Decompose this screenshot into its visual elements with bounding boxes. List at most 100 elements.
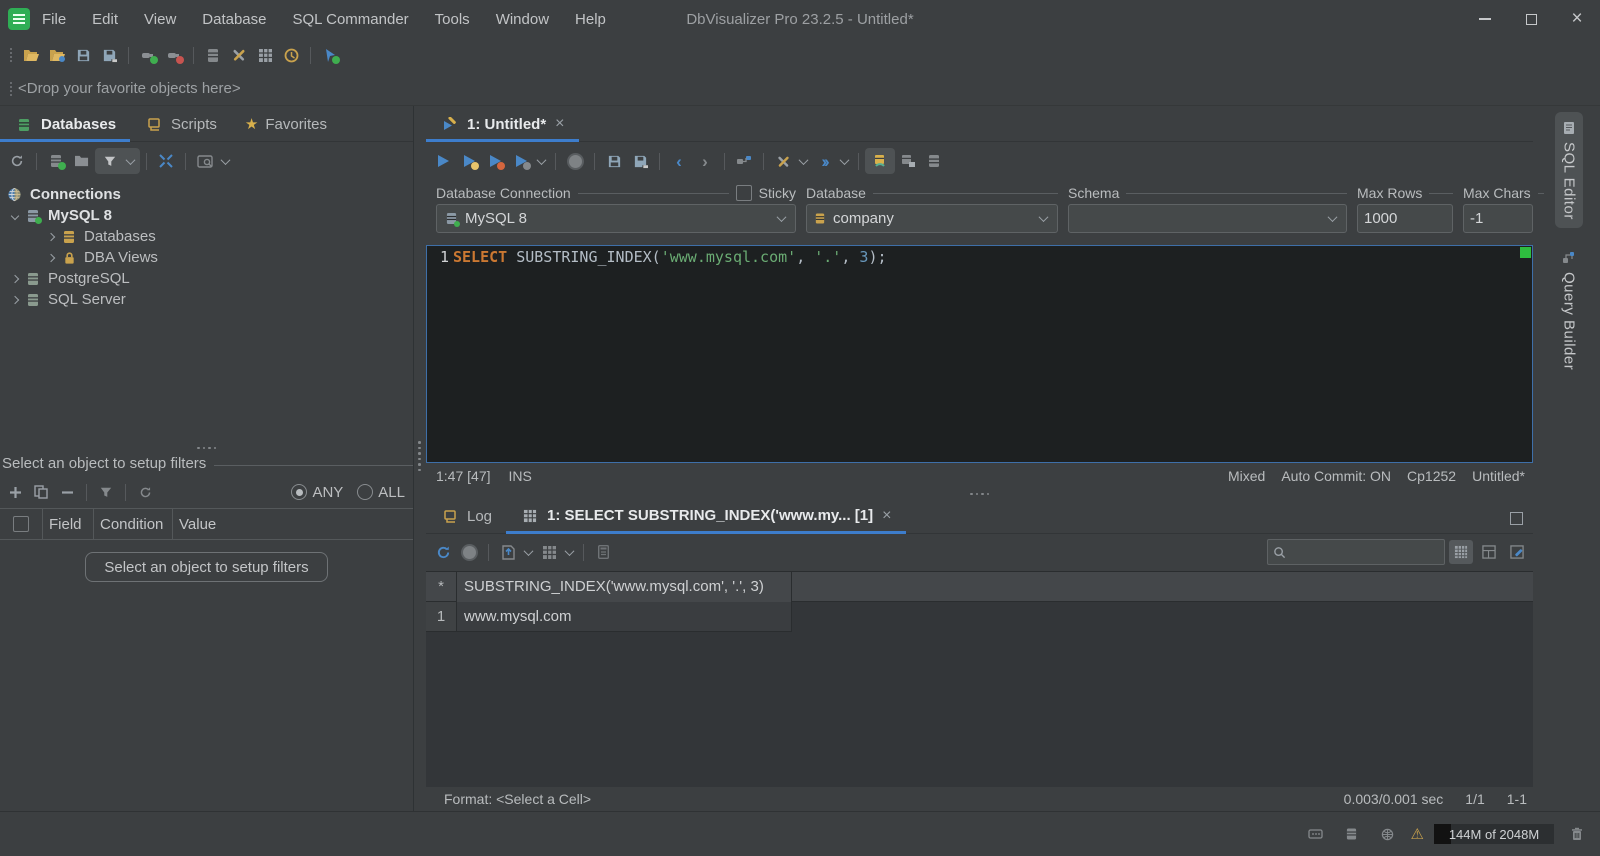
tools-icon[interactable] (228, 44, 250, 66)
add-connection-icon[interactable] (45, 150, 67, 172)
expanded-chevron-icon[interactable] (10, 211, 20, 220)
filter-splitter-handle[interactable] (0, 443, 413, 453)
result-layout-icon[interactable] (923, 150, 945, 172)
warning-icon[interactable]: ⚠ (1411, 825, 1424, 843)
save-script-icon[interactable] (603, 150, 625, 172)
max-chars-input[interactable]: -1 (1463, 204, 1533, 233)
memory-indicator[interactable]: 144M of 2048M (1434, 824, 1554, 844)
grid-options-icon[interactable] (538, 541, 560, 563)
statement-delimiter-mode[interactable]: Mixed (1228, 468, 1265, 484)
execute-current-icon[interactable] (458, 150, 480, 172)
tab-scripts[interactable]: Scripts (130, 116, 231, 141)
maximize-results-icon[interactable] (1510, 511, 1523, 525)
menu-edit[interactable]: Edit (92, 11, 118, 28)
horizontal-splitter[interactable] (426, 489, 1533, 500)
menu-view[interactable]: View (144, 11, 176, 28)
favorites-drag-handle[interactable] (10, 81, 12, 96)
tree-item-postgresql[interactable]: PostgreSQL (0, 268, 413, 289)
tab-favorites[interactable]: ★ Favorites (231, 115, 341, 141)
editor-tools-icon[interactable] (772, 150, 794, 172)
execute-buffer-icon[interactable] (484, 150, 506, 172)
sql-editor[interactable]: 1 SELECT SUBSTRING_INDEX('www.mysql.com'… (426, 245, 1533, 463)
chevron-down-icon[interactable] (839, 154, 850, 165)
collapsed-chevron-icon[interactable] (10, 274, 20, 283)
tab-sql-editor[interactable]: SQL Editor (1555, 112, 1583, 228)
tab-result-set[interactable]: 1: SELECT SUBSTRING_INDEX('www.my... [1]… (506, 507, 906, 534)
menu-file[interactable]: File (42, 11, 66, 28)
add-folder-icon[interactable] (71, 150, 93, 172)
minimize-button[interactable] (1462, 0, 1508, 38)
refresh-filter-icon[interactable] (134, 481, 156, 503)
chevron-down-icon[interactable] (564, 545, 575, 556)
data-cell[interactable]: www.mysql.com (457, 601, 792, 632)
database-activity-icon[interactable] (1341, 823, 1363, 845)
network-status-icon[interactable] (1377, 823, 1399, 845)
menu-sql-commander[interactable]: SQL Commander (293, 11, 409, 28)
column-condition[interactable]: Condition (94, 509, 173, 539)
commit-server-icon[interactable] (202, 44, 224, 66)
tree-item-mysql8[interactable]: MySQL 8 (0, 205, 413, 226)
history-forward-icon[interactable]: › (694, 150, 716, 172)
form-view-button[interactable] (1477, 540, 1501, 564)
result-search-input[interactable] (1267, 539, 1445, 565)
continue-icon[interactable]: ›› (813, 150, 835, 172)
open-favorite-folder-icon[interactable] (46, 44, 68, 66)
auto-commit-status[interactable]: Auto Commit: ON (1281, 468, 1391, 484)
collapsed-chevron-icon[interactable] (46, 253, 56, 262)
garbage-collect-icon[interactable] (1566, 823, 1588, 845)
close-tab-icon[interactable]: × (555, 115, 564, 133)
open-folder-icon[interactable] (20, 44, 42, 66)
column-field[interactable]: Field (43, 509, 94, 539)
toolbar-drag-handle[interactable] (10, 48, 12, 62)
grid-corner-cell[interactable]: * (426, 571, 457, 602)
collapsed-chevron-icon[interactable] (10, 295, 20, 304)
disconnect-icon[interactable] (163, 44, 185, 66)
copy-filter-icon[interactable] (30, 481, 52, 503)
save-script-as-icon[interactable] (629, 150, 651, 172)
tab-databases[interactable]: Databases (0, 116, 131, 142)
save-icon[interactable] (72, 44, 94, 66)
close-tab-icon[interactable]: × (882, 507, 891, 525)
tab-log[interactable]: Log (426, 508, 506, 533)
chevron-down-icon[interactable] (220, 154, 231, 165)
result-target-icon[interactable] (897, 150, 919, 172)
menu-tools[interactable]: Tools (435, 11, 470, 28)
driver-manager-icon[interactable] (280, 44, 302, 66)
history-back-icon[interactable]: ‹ (668, 150, 690, 172)
apply-filter-icon[interactable] (95, 481, 117, 503)
calculator-icon[interactable] (592, 541, 614, 563)
execute-icon[interactable] (432, 150, 454, 172)
radio-any[interactable] (291, 484, 308, 500)
execute-explain-icon[interactable] (510, 150, 532, 172)
column-value[interactable]: Value (173, 509, 413, 539)
menu-database[interactable]: Database (202, 11, 266, 28)
pin-result-button[interactable] (865, 148, 895, 174)
connection-dropdown[interactable]: MySQL 8 (436, 204, 796, 233)
menu-help[interactable]: Help (575, 11, 606, 28)
tab-query-builder[interactable]: Query Builder (1555, 242, 1583, 378)
restore-button[interactable] (1508, 0, 1554, 38)
row-number-cell[interactable]: 1 (426, 601, 457, 632)
filter-toggle-button[interactable] (95, 148, 140, 174)
chevron-down-icon[interactable] (536, 154, 547, 165)
collapsed-chevron-icon[interactable] (46, 232, 56, 241)
explain-plan-icon[interactable] (733, 150, 755, 172)
tab-untitled-editor[interactable]: 1: Untitled* × (426, 115, 579, 142)
grid-column-header[interactable]: SUBSTRING_INDEX('www.mysql.com', '.', 3) (457, 571, 792, 603)
vertical-splitter[interactable] (414, 106, 426, 811)
radio-all[interactable] (357, 484, 374, 500)
select-all-checkbox[interactable] (13, 516, 29, 532)
stop-icon[interactable] (564, 150, 586, 172)
locate-object-icon[interactable] (194, 150, 216, 172)
tree-item-connections[interactable]: Connections (0, 184, 413, 205)
chevron-down-icon[interactable] (523, 545, 534, 556)
rerun-icon[interactable] (432, 541, 454, 563)
menu-window[interactable]: Window (496, 11, 549, 28)
tree-item-databases[interactable]: Databases (0, 226, 413, 247)
save-as-icon[interactable] (98, 44, 120, 66)
connect-icon[interactable] (137, 44, 159, 66)
chevron-down-icon[interactable] (798, 154, 809, 165)
edit-cell-button[interactable] (1505, 540, 1529, 564)
table-grid-icon[interactable] (254, 44, 276, 66)
create-object-icon[interactable] (319, 44, 341, 66)
